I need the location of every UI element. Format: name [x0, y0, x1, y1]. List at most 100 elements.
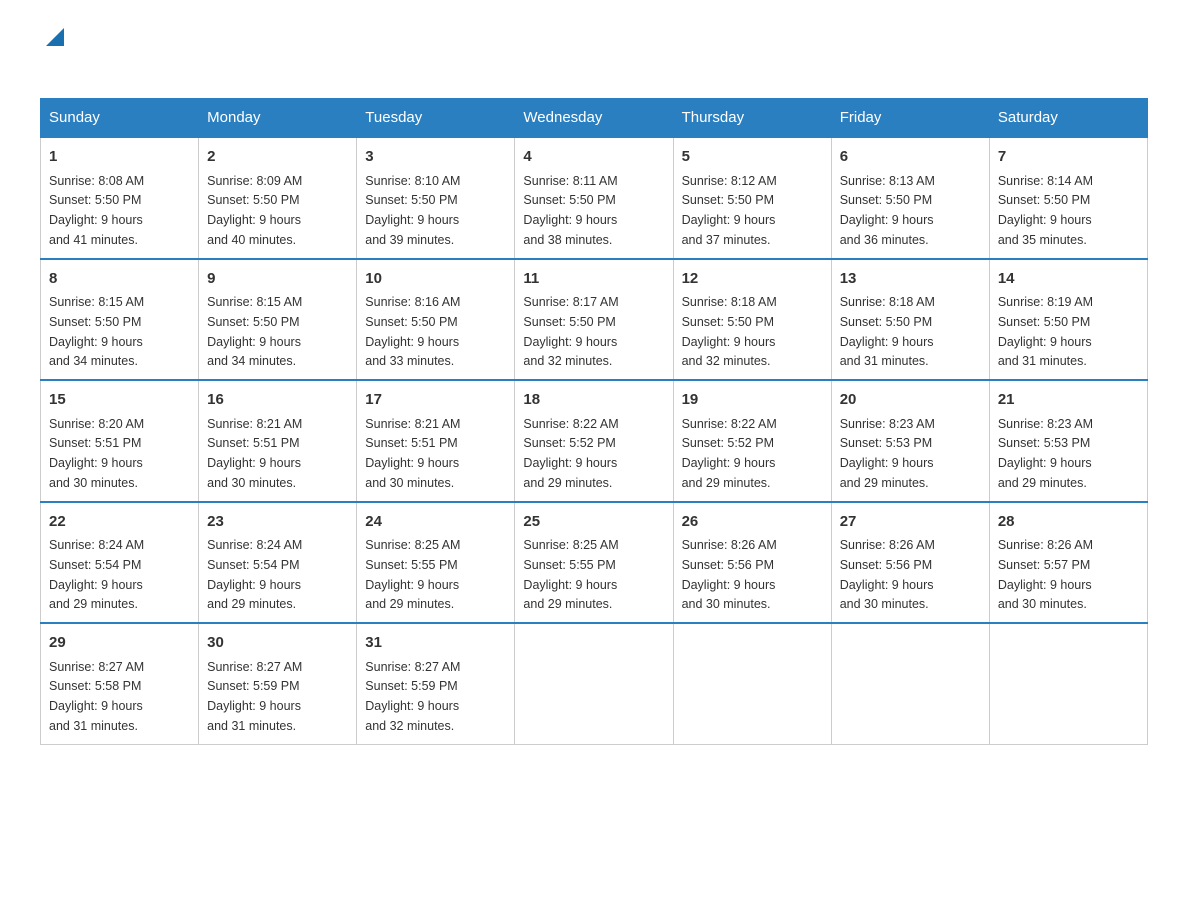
- header-saturday: Saturday: [989, 99, 1147, 138]
- calendar-cell: 17 Sunrise: 8:21 AMSunset: 5:51 PMDaylig…: [357, 380, 515, 502]
- day-info: Sunrise: 8:15 AMSunset: 5:50 PMDaylight:…: [49, 295, 144, 368]
- day-number: 23: [207, 511, 348, 534]
- calendar-cell: 4 Sunrise: 8:11 AMSunset: 5:50 PMDayligh…: [515, 137, 673, 259]
- calendar-cell: 13 Sunrise: 8:18 AMSunset: 5:50 PMDaylig…: [831, 259, 989, 381]
- calendar-cell: [831, 623, 989, 744]
- calendar-cell: 24 Sunrise: 8:25 AMSunset: 5:55 PMDaylig…: [357, 502, 515, 624]
- header-thursday: Thursday: [673, 99, 831, 138]
- header-tuesday: Tuesday: [357, 99, 515, 138]
- day-number: 19: [682, 389, 823, 412]
- calendar-cell: 3 Sunrise: 8:10 AMSunset: 5:50 PMDayligh…: [357, 137, 515, 259]
- calendar-cell: 2 Sunrise: 8:09 AMSunset: 5:50 PMDayligh…: [199, 137, 357, 259]
- calendar-cell: 25 Sunrise: 8:25 AMSunset: 5:55 PMDaylig…: [515, 502, 673, 624]
- calendar-cell: 31 Sunrise: 8:27 AMSunset: 5:59 PMDaylig…: [357, 623, 515, 744]
- calendar-cell: 22 Sunrise: 8:24 AMSunset: 5:54 PMDaylig…: [41, 502, 199, 624]
- day-info: Sunrise: 8:14 AMSunset: 5:50 PMDaylight:…: [998, 174, 1093, 247]
- day-info: Sunrise: 8:23 AMSunset: 5:53 PMDaylight:…: [998, 417, 1093, 490]
- calendar-cell: [673, 623, 831, 744]
- day-number: 5: [682, 146, 823, 169]
- day-number: 4: [523, 146, 664, 169]
- day-info: Sunrise: 8:24 AMSunset: 5:54 PMDaylight:…: [49, 538, 144, 611]
- header-friday: Friday: [831, 99, 989, 138]
- calendar-week-row: 15 Sunrise: 8:20 AMSunset: 5:51 PMDaylig…: [41, 380, 1148, 502]
- day-number: 18: [523, 389, 664, 412]
- calendar-cell: 12 Sunrise: 8:18 AMSunset: 5:50 PMDaylig…: [673, 259, 831, 381]
- day-info: Sunrise: 8:26 AMSunset: 5:57 PMDaylight:…: [998, 538, 1093, 611]
- day-number: 7: [998, 146, 1139, 169]
- calendar-cell: 7 Sunrise: 8:14 AMSunset: 5:50 PMDayligh…: [989, 137, 1147, 259]
- day-number: 27: [840, 511, 981, 534]
- calendar-cell: 28 Sunrise: 8:26 AMSunset: 5:57 PMDaylig…: [989, 502, 1147, 624]
- day-info: Sunrise: 8:22 AMSunset: 5:52 PMDaylight:…: [682, 417, 777, 490]
- calendar-cell: 30 Sunrise: 8:27 AMSunset: 5:59 PMDaylig…: [199, 623, 357, 744]
- day-number: 6: [840, 146, 981, 169]
- day-number: 10: [365, 268, 506, 291]
- calendar-cell: 19 Sunrise: 8:22 AMSunset: 5:52 PMDaylig…: [673, 380, 831, 502]
- day-info: Sunrise: 8:21 AMSunset: 5:51 PMDaylight:…: [365, 417, 460, 490]
- calendar-cell: [515, 623, 673, 744]
- day-info: Sunrise: 8:15 AMSunset: 5:50 PMDaylight:…: [207, 295, 302, 368]
- day-number: 28: [998, 511, 1139, 534]
- day-info: Sunrise: 8:11 AMSunset: 5:50 PMDaylight:…: [523, 174, 617, 247]
- calendar-cell: [989, 623, 1147, 744]
- logo: [40, 30, 64, 78]
- calendar-cell: 14 Sunrise: 8:19 AMSunset: 5:50 PMDaylig…: [989, 259, 1147, 381]
- day-number: 17: [365, 389, 506, 412]
- calendar-cell: 5 Sunrise: 8:12 AMSunset: 5:50 PMDayligh…: [673, 137, 831, 259]
- calendar-week-row: 1 Sunrise: 8:08 AMSunset: 5:50 PMDayligh…: [41, 137, 1148, 259]
- day-number: 3: [365, 146, 506, 169]
- day-number: 31: [365, 632, 506, 655]
- day-number: 16: [207, 389, 348, 412]
- day-info: Sunrise: 8:18 AMSunset: 5:50 PMDaylight:…: [840, 295, 935, 368]
- day-number: 9: [207, 268, 348, 291]
- day-number: 12: [682, 268, 823, 291]
- day-info: Sunrise: 8:21 AMSunset: 5:51 PMDaylight:…: [207, 417, 302, 490]
- day-info: Sunrise: 8:12 AMSunset: 5:50 PMDaylight:…: [682, 174, 777, 247]
- day-number: 1: [49, 146, 190, 169]
- calendar-table: SundayMondayTuesdayWednesdayThursdayFrid…: [40, 98, 1148, 745]
- calendar-cell: 23 Sunrise: 8:24 AMSunset: 5:54 PMDaylig…: [199, 502, 357, 624]
- calendar-week-row: 8 Sunrise: 8:15 AMSunset: 5:50 PMDayligh…: [41, 259, 1148, 381]
- logo-triangle-icon: [42, 28, 64, 50]
- day-info: Sunrise: 8:25 AMSunset: 5:55 PMDaylight:…: [523, 538, 618, 611]
- day-info: Sunrise: 8:10 AMSunset: 5:50 PMDaylight:…: [365, 174, 460, 247]
- day-number: 25: [523, 511, 664, 534]
- day-info: Sunrise: 8:26 AMSunset: 5:56 PMDaylight:…: [682, 538, 777, 611]
- day-info: Sunrise: 8:22 AMSunset: 5:52 PMDaylight:…: [523, 417, 618, 490]
- calendar-cell: 1 Sunrise: 8:08 AMSunset: 5:50 PMDayligh…: [41, 137, 199, 259]
- day-number: 8: [49, 268, 190, 291]
- day-number: 21: [998, 389, 1139, 412]
- calendar-cell: 8 Sunrise: 8:15 AMSunset: 5:50 PMDayligh…: [41, 259, 199, 381]
- calendar-cell: 21 Sunrise: 8:23 AMSunset: 5:53 PMDaylig…: [989, 380, 1147, 502]
- calendar-week-row: 29 Sunrise: 8:27 AMSunset: 5:58 PMDaylig…: [41, 623, 1148, 744]
- calendar-cell: 20 Sunrise: 8:23 AMSunset: 5:53 PMDaylig…: [831, 380, 989, 502]
- day-info: Sunrise: 8:27 AMSunset: 5:59 PMDaylight:…: [365, 660, 460, 733]
- day-info: Sunrise: 8:24 AMSunset: 5:54 PMDaylight:…: [207, 538, 302, 611]
- calendar-cell: 27 Sunrise: 8:26 AMSunset: 5:56 PMDaylig…: [831, 502, 989, 624]
- day-info: Sunrise: 8:09 AMSunset: 5:50 PMDaylight:…: [207, 174, 302, 247]
- day-info: Sunrise: 8:13 AMSunset: 5:50 PMDaylight:…: [840, 174, 935, 247]
- calendar-cell: 11 Sunrise: 8:17 AMSunset: 5:50 PMDaylig…: [515, 259, 673, 381]
- day-number: 14: [998, 268, 1139, 291]
- page-header: [40, 30, 1148, 78]
- day-info: Sunrise: 8:20 AMSunset: 5:51 PMDaylight:…: [49, 417, 144, 490]
- header-wednesday: Wednesday: [515, 99, 673, 138]
- day-info: Sunrise: 8:08 AMSunset: 5:50 PMDaylight:…: [49, 174, 144, 247]
- header-sunday: Sunday: [41, 99, 199, 138]
- day-info: Sunrise: 8:17 AMSunset: 5:50 PMDaylight:…: [523, 295, 618, 368]
- calendar-cell: 10 Sunrise: 8:16 AMSunset: 5:50 PMDaylig…: [357, 259, 515, 381]
- day-info: Sunrise: 8:27 AMSunset: 5:59 PMDaylight:…: [207, 660, 302, 733]
- calendar-header-row: SundayMondayTuesdayWednesdayThursdayFrid…: [41, 99, 1148, 138]
- calendar-cell: 15 Sunrise: 8:20 AMSunset: 5:51 PMDaylig…: [41, 380, 199, 502]
- day-number: 2: [207, 146, 348, 169]
- day-number: 26: [682, 511, 823, 534]
- day-number: 20: [840, 389, 981, 412]
- day-number: 11: [523, 268, 664, 291]
- calendar-cell: 16 Sunrise: 8:21 AMSunset: 5:51 PMDaylig…: [199, 380, 357, 502]
- day-number: 29: [49, 632, 190, 655]
- day-info: Sunrise: 8:16 AMSunset: 5:50 PMDaylight:…: [365, 295, 460, 368]
- calendar-cell: 29 Sunrise: 8:27 AMSunset: 5:58 PMDaylig…: [41, 623, 199, 744]
- day-number: 30: [207, 632, 348, 655]
- day-number: 24: [365, 511, 506, 534]
- header-monday: Monday: [199, 99, 357, 138]
